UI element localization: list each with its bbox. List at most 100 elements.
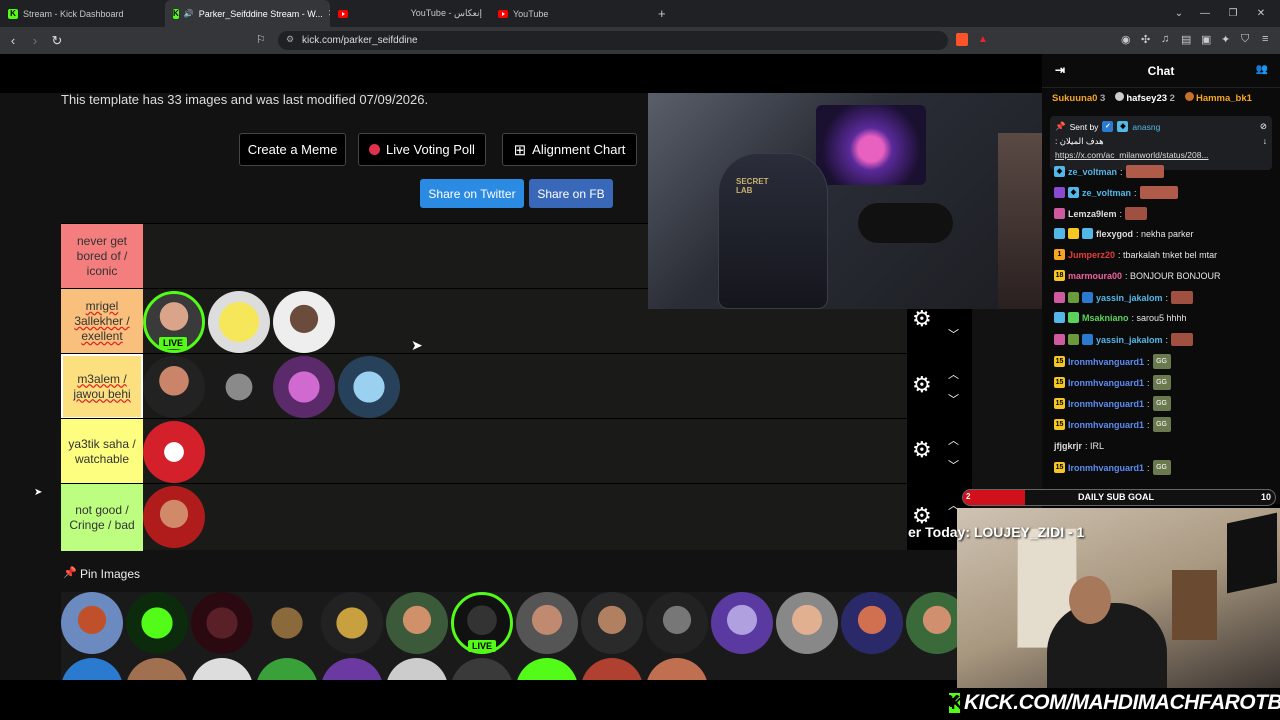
tab-parker-stream[interactable]: K 🔊 Parker_Seifddine Stream - W... ✕: [165, 0, 330, 27]
pin-image[interactable]: [191, 658, 253, 680]
pin-image[interactable]: [256, 592, 318, 654]
chat-username[interactable]: Ironmhvanguard1: [1068, 378, 1144, 388]
pin-image[interactable]: [321, 658, 383, 680]
chat-username[interactable]: ze_voltman: [1082, 188, 1131, 198]
chat-username[interactable]: marmoura00: [1068, 271, 1122, 281]
chat-username[interactable]: Ironmhvanguard1: [1068, 399, 1144, 409]
reload-icon[interactable]: ↻: [46, 33, 68, 49]
collapse-chat-icon[interactable]: ⇥: [1055, 63, 1065, 77]
tier-image-avatar[interactable]: [338, 356, 400, 418]
pin-image[interactable]: [516, 592, 578, 654]
pin-image[interactable]: [126, 592, 188, 654]
pin-images-strip: LIVE: [61, 592, 957, 680]
pin-image[interactable]: [646, 658, 708, 680]
tier-label[interactable]: not good / Cringe / bad: [61, 484, 143, 551]
leader-entry[interactable]: Sukuuna0 3: [1052, 93, 1105, 104]
pin-image[interactable]: [906, 592, 957, 654]
pin-image[interactable]: [191, 592, 253, 654]
pin-image[interactable]: [711, 592, 773, 654]
chat-username[interactable]: Msakniano: [1082, 313, 1129, 323]
tier-image-avatar[interactable]: [208, 291, 270, 353]
tier-label[interactable]: mrigel 3allekher / exellent: [61, 289, 143, 354]
chat-username[interactable]: Lemza9lem: [1068, 209, 1117, 219]
site-info-icon[interactable]: ⚙: [286, 34, 294, 45]
chevron-up-icon[interactable]: ︿: [948, 366, 959, 382]
menu-icon[interactable]: ≡: [1262, 33, 1268, 45]
pin-image[interactable]: [61, 592, 123, 654]
hide-icon[interactable]: ⊘: [1260, 121, 1267, 132]
leader-entry[interactable]: hafsey23 2: [1115, 92, 1175, 104]
back-icon[interactable]: ‹: [2, 33, 24, 48]
pin-image[interactable]: [61, 658, 123, 680]
tier-label[interactable]: m3alem / jawou behi: [61, 354, 143, 419]
chevron-down-icon[interactable]: ﹀: [948, 457, 959, 473]
url-input[interactable]: ⚙ kick.com/parker_seifddine: [278, 31, 948, 50]
bookmark-icon[interactable]: ⚐: [256, 33, 266, 46]
gear-icon[interactable]: ⚙: [912, 437, 932, 463]
pin-image[interactable]: [516, 658, 578, 680]
pin-image[interactable]: [386, 592, 448, 654]
pin-image[interactable]: [581, 592, 643, 654]
chevron-up-icon[interactable]: ︿: [948, 432, 959, 448]
pinned-sender[interactable]: anasng: [1132, 122, 1160, 132]
restore-icon[interactable]: ❐: [1220, 0, 1246, 27]
pin-image[interactable]: [321, 592, 383, 654]
gear-icon[interactable]: ⚙: [912, 372, 932, 398]
live-voting-poll-button[interactable]: Live Voting Poll: [358, 133, 486, 166]
pin-image[interactable]: [386, 658, 448, 680]
tier-label[interactable]: never get bored of / iconic: [61, 224, 143, 289]
pin-image[interactable]: [451, 658, 513, 680]
pin-image[interactable]: [256, 658, 318, 680]
pin-image[interactable]: [126, 658, 188, 680]
chat-username[interactable]: Ironmhvanguard1: [1068, 357, 1144, 367]
new-tab-button[interactable]: +: [650, 0, 670, 27]
chevron-down-icon[interactable]: ﹀: [948, 391, 959, 407]
tier-image-avatar[interactable]: [143, 421, 205, 483]
pin-image[interactable]: [646, 592, 708, 654]
gear-icon[interactable]: ⚙: [912, 306, 932, 332]
rewards-icon[interactable]: ▲: [978, 34, 988, 45]
tier-image-avatar[interactable]: [143, 486, 205, 548]
forward-icon[interactable]: ›: [24, 33, 46, 48]
chevron-down-icon[interactable]: ﹀: [948, 326, 959, 342]
tab-kick-dashboard[interactable]: K Stream - Kick Dashboard: [0, 0, 165, 27]
wallet-icon[interactable]: ▣: [1201, 33, 1211, 46]
close-window-icon[interactable]: ✕: [1248, 0, 1274, 27]
pin-image[interactable]: [581, 658, 643, 680]
alignment-chart-button[interactable]: ⊞ Alignment Chart: [502, 133, 637, 166]
vpn-icon[interactable]: ⛉: [1241, 33, 1249, 46]
tab-youtube-enaakas[interactable]: YouTube - إنعكاس: [330, 0, 490, 27]
chat-username[interactable]: Jumperz20: [1068, 250, 1115, 260]
chat-username[interactable]: yassin_jakalom: [1096, 293, 1163, 303]
tab-youtube[interactable]: YouTube: [490, 0, 650, 27]
tier-image-avatar[interactable]: [273, 356, 335, 418]
chat-username[interactable]: yassin_jakalom: [1096, 335, 1163, 345]
chat-username[interactable]: Ironmhvanguard1: [1068, 463, 1144, 473]
chat-panel: ⇥ Chat 👥 Sukuuna0 3 hafsey23 2 Hamma_bk1…: [1042, 54, 1280, 504]
extension-icon[interactable]: ◉: [1121, 33, 1131, 46]
chat-username[interactable]: jfjgkrjr: [1054, 441, 1082, 451]
create-meme-button[interactable]: Create a Meme: [239, 133, 346, 166]
chat-username[interactable]: flexygod: [1096, 229, 1133, 239]
tier-image-avatar[interactable]: [143, 356, 205, 418]
tab-search-icon[interactable]: ⌄: [1166, 0, 1192, 27]
sidebar-icon[interactable]: ▤: [1181, 33, 1191, 46]
tier-image-avatar[interactable]: [208, 356, 270, 418]
tier-label[interactable]: ya3tik saha / watchable: [61, 419, 143, 484]
expand-icon[interactable]: ↓: [1263, 136, 1267, 147]
pin-image[interactable]: [841, 592, 903, 654]
chat-username[interactable]: Ironmhvanguard1: [1068, 420, 1144, 430]
users-icon[interactable]: 👥: [1256, 64, 1268, 75]
brave-shield-icon[interactable]: [956, 33, 968, 46]
pin-image[interactable]: [776, 592, 838, 654]
share-twitter-button[interactable]: Share on Twitter: [420, 179, 524, 208]
minimize-icon[interactable]: —: [1192, 0, 1218, 27]
share-fb-button[interactable]: Share on FB: [529, 179, 613, 208]
music-icon[interactable]: ♫: [1161, 33, 1169, 45]
leader-entry[interactable]: Hamma_bk1: [1184, 92, 1252, 104]
puzzle-icon[interactable]: ✣: [1141, 33, 1150, 46]
chat-username[interactable]: ze_voltman: [1068, 167, 1117, 177]
pinned-link[interactable]: https://x.com/ac_milanworld/status/208..…: [1055, 150, 1267, 160]
leo-icon[interactable]: ✦: [1221, 33, 1230, 46]
tier-image-avatar[interactable]: [273, 291, 335, 353]
